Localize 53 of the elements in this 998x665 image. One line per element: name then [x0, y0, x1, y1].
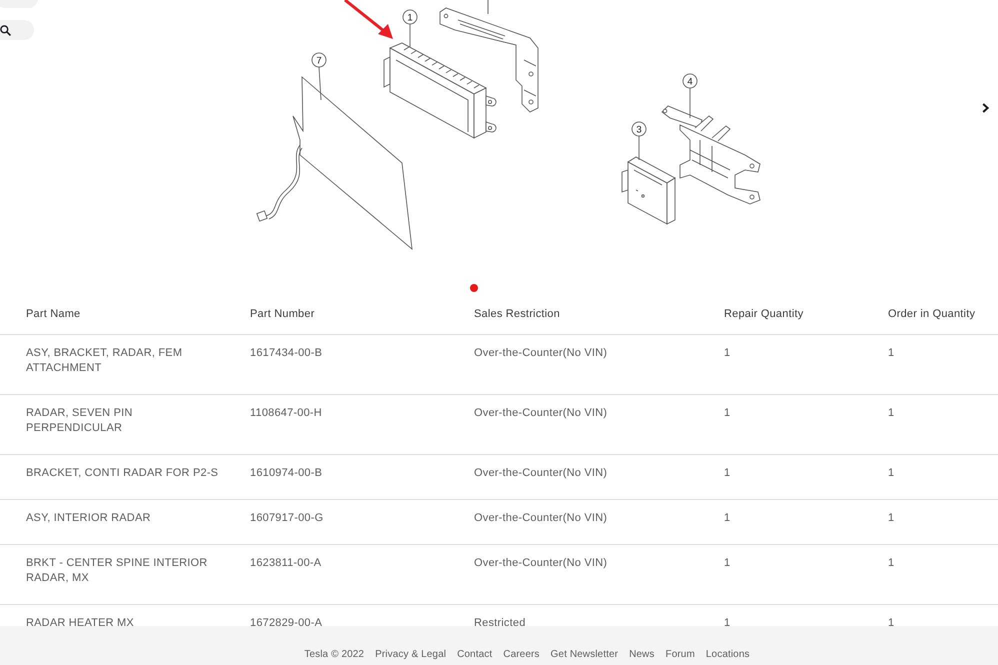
table-cell: Over-the-Counter(No VIN) — [474, 346, 608, 361]
table-cell: Over-the-Counter(No VIN) — [474, 556, 608, 571]
copyright-text: Tesla © 2022 — [304, 648, 364, 661]
table-cell: 1623811-00-A — [250, 556, 322, 571]
table-cell: Restricted — [474, 616, 526, 626]
callout-label: 7 — [312, 52, 326, 100]
table-cell-text: ASY, BRACKET, RADAR, FEM ATTACHMENT — [26, 346, 184, 376]
column-header: Sales Restriction — [474, 307, 560, 322]
column-header: Part Name — [26, 307, 80, 322]
table-cell-text: BRKT - CENTER SPINE INTERIOR RADAR, MX — [26, 556, 208, 586]
table-cell: 1 — [724, 346, 730, 361]
table-cell: 1607917-00-G — [250, 511, 324, 526]
footer-link[interactable]: Privacy & Legal — [375, 648, 446, 661]
table-cell: 1 — [888, 556, 894, 571]
table-cell: ASY, INTERIOR RADAR — [26, 511, 151, 526]
table-cell: 1617434-00-B — [250, 346, 322, 361]
column-header: Repair Quantity — [724, 307, 804, 322]
table-cell: 1 — [888, 616, 894, 626]
table-cell: Over-the-Counter(No VIN) — [474, 466, 608, 481]
table-cell: 1 — [724, 616, 730, 626]
zoom-button[interactable] — [0, 20, 34, 40]
table-cell-text: RADAR, SEVEN PIN PERPENDICULAR — [26, 406, 134, 436]
footer-link[interactable]: Contact — [457, 648, 492, 661]
callout-label: 3 — [632, 122, 646, 160]
carousel-dot[interactable] — [470, 284, 478, 292]
column-header: Part Number — [250, 307, 315, 322]
footer-link[interactable]: Locations — [706, 648, 750, 661]
table-cell: 1 — [888, 466, 894, 481]
table-cell: Over-the-Counter(No VIN) — [474, 511, 608, 526]
table-cell: RADAR HEATER MX — [26, 616, 134, 626]
callout-label: 4 — [682, 74, 698, 118]
table-cell: 1108647-00-H — [250, 406, 322, 421]
table-cell: BRACKET, CONTI RADAR FOR P2-S — [26, 466, 218, 481]
callout-label: 1 — [402, 10, 418, 48]
pointer-arrow — [344, 0, 393, 39]
table-cell: 1 — [888, 511, 894, 526]
table-cell: 1 — [724, 406, 730, 421]
table-cell: 1610974-00-B — [250, 466, 322, 481]
radar-sensor-drawing — [622, 156, 676, 225]
footer-link[interactable]: Get Newsletter — [550, 648, 618, 661]
table-cell: 1 — [724, 466, 730, 481]
table-cell: Over-the-Counter(No VIN) — [474, 406, 608, 421]
search-icon — [0, 24, 11, 36]
footer-link[interactable]: News — [629, 648, 654, 661]
footer-link[interactable]: Careers — [503, 648, 540, 661]
table-cell: 1672829-00-A — [250, 616, 322, 626]
chevron-right-icon[interactable] — [982, 103, 989, 113]
column-header: Order in Quantity — [888, 307, 976, 322]
table-cell: 1 — [724, 556, 730, 571]
table-cell: 1 — [888, 406, 894, 421]
table-cell: 1 — [888, 346, 894, 361]
footer-link[interactable]: Forum — [665, 648, 695, 661]
table-cell: 1 — [724, 511, 730, 526]
